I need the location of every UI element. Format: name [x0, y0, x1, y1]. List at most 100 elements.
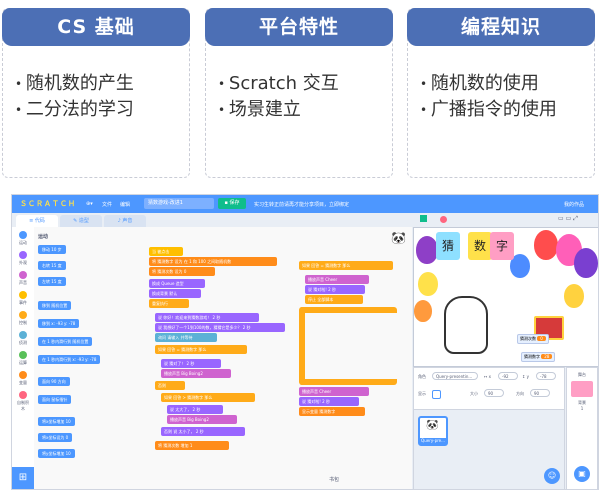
card-item: 二分法的学习 [15, 97, 134, 123]
script-block[interactable]: 播放声音 Cheer [299, 387, 369, 396]
my-works-link[interactable]: 我的作品 [564, 201, 584, 208]
category-label: 侦测 [19, 340, 27, 345]
sprite-thumbnail[interactable]: 🐼 Query-pre... [418, 416, 448, 446]
category-looks[interactable]: 外观 [16, 251, 30, 266]
menu-file[interactable]: 文件 [102, 201, 112, 208]
script-block[interactable]: 说 我想好了一个1到100的数，猜猜它是多少？ 2 秒 [155, 323, 285, 332]
script-block[interactable]: 将 猜测数字 设为 在 1 和 100 之间取随机数 [149, 257, 277, 266]
script-block[interactable]: 说 你好！欢迎来到猜数游戏！ 2 秒 [155, 313, 259, 322]
palette-block[interactable]: 将x坐标增加 10 [38, 417, 75, 426]
x-input[interactable]: -92 [498, 372, 518, 380]
script-block[interactable]: 播放声音 Big Boing2 [167, 415, 237, 424]
category-label: 声音 [19, 280, 27, 285]
project-title-input[interactable]: 猜数游戏-改进1 [144, 198, 214, 209]
card-item: 随机数的使用 [420, 71, 557, 97]
stage-canvas[interactable]: 猜 数 字 猜测次数 0 猜测数字 28 [413, 227, 598, 367]
script-block[interactable]: 否则 说 太小了， 2 秒 [161, 427, 245, 436]
banner-letter: 字 [490, 232, 514, 260]
hat-block-green-flag[interactable]: 当 被点击 [149, 247, 183, 256]
stage-size-icon[interactable]: ▭ ▭ ⤢ [558, 215, 578, 223]
if-else-c-block[interactable] [299, 307, 397, 385]
add-sprite-button[interactable]: ☺ [544, 468, 560, 484]
script-block[interactable]: 说 猜对啦! 2 秒 [299, 397, 359, 406]
category-label: 运动 [19, 240, 27, 245]
palette-block[interactable]: 移到 随机位置 [38, 301, 72, 310]
script-block[interactable]: 换成 Queue 造型 [149, 279, 205, 288]
promo-text[interactable]: 实习生转正前请再才能分享项目，立即绑定 [254, 201, 349, 208]
category-events[interactable]: 事件 [16, 291, 30, 306]
category-sound[interactable]: 声音 [16, 271, 30, 286]
script-area[interactable]: 当 被点击 将 猜测数字 设为 在 1 和 100 之间取随机数 将 猜测次数 … [139, 227, 412, 489]
sprite-name-input[interactable]: Query-presentin... [432, 372, 478, 380]
palette-block[interactable]: 将x坐标设为 0 [38, 433, 73, 442]
category-motion[interactable]: 运动 [16, 231, 30, 246]
green-flag-icon[interactable] [420, 215, 427, 222]
script-block[interactable]: 重复执行 [149, 299, 189, 308]
script-block[interactable]: 否则 [155, 381, 185, 390]
palette-block[interactable]: 在 1 秒内滑行到 随机位置 [38, 337, 93, 346]
category-my-blocks[interactable]: 自制积木 [16, 391, 30, 412]
script-block[interactable]: 显示变量 猜测数字 [299, 407, 365, 416]
palette-block[interactable]: 移到 x: -93 y: -78 [38, 319, 80, 328]
globe-icon[interactable]: ⊕▾ [86, 201, 93, 207]
stage-target-panel[interactable]: 舞台 背景 1 ▣ [566, 367, 598, 489]
menu-bar: ＳＣＲＡＴＣＨ ⊕▾ 文件 编辑 猜数游戏-改进1 ▪ 保存 实习生转正前请再才… [12, 195, 598, 213]
balloon [574, 248, 598, 278]
menu-edit[interactable]: 编辑 [120, 201, 130, 208]
show-toggle-icon[interactable] [432, 390, 441, 399]
script-block[interactable]: 说 猜对啦! 2 秒 [305, 285, 365, 294]
script-block[interactable]: 如果 回答 > 猜测数字 那么 [161, 393, 255, 402]
banner-letter: 数 [468, 232, 492, 260]
variable-label: 猜测次数 [520, 336, 536, 341]
variable-value: 0 [537, 336, 546, 341]
robot-sprite [444, 296, 488, 354]
add-extension-button[interactable]: ⊞ [12, 467, 34, 489]
category-control[interactable]: 控制 [16, 311, 30, 326]
sprite-info-panel: 角色 Query-presentin... ↔ x -92 ↕ y -78 显示… [413, 367, 565, 411]
add-backdrop-button[interactable]: ▣ [574, 466, 590, 482]
balloon [534, 230, 558, 260]
category-dot-icon [19, 251, 27, 259]
category-sensing[interactable]: 侦测 [16, 331, 30, 346]
tab-sounds[interactable]: ♪ 声音 [104, 215, 146, 227]
palette-section-title: 运动 [38, 234, 49, 240]
palette-block[interactable]: 面向 鼠标指针 [38, 395, 72, 404]
size-input[interactable]: 90 [484, 389, 504, 397]
script-block[interactable]: 播放声音 Big Boing2 [161, 369, 231, 378]
script-block[interactable]: 说 太大了， 2 秒 [167, 405, 223, 414]
palette-block[interactable]: 面向 90 方向 [38, 377, 70, 386]
balloon [416, 236, 438, 264]
direction-input[interactable]: 90 [530, 389, 550, 397]
backpack[interactable]: 书包 [329, 476, 339, 483]
y-input[interactable]: -78 [536, 372, 556, 380]
tab-code[interactable]: ≡ 代码 [16, 215, 58, 227]
script-block[interactable]: 如果 回答 = 猜测数字 那么 [299, 261, 393, 270]
script-block[interactable]: 播放声音 Cheer [305, 275, 369, 284]
tab-costumes[interactable]: ✎ 造型 [60, 215, 102, 227]
save-button[interactable]: ▪ 保存 [218, 198, 246, 209]
banner-letter: 猜 [436, 232, 460, 260]
script-block[interactable]: 停止 全部脚本 [305, 295, 363, 304]
category-operators[interactable]: 运算 [16, 351, 30, 366]
palette-block[interactable]: 在 1 秒内滑行到 x: -93 y: -78 [38, 355, 101, 364]
y-label-text: y [526, 374, 529, 379]
tab-code-label: 代码 [34, 218, 45, 224]
category-label: 事件 [19, 300, 27, 305]
palette-block[interactable]: 将y坐标增加 10 [38, 449, 75, 458]
palette-block[interactable]: 右转 15 度 [38, 261, 66, 270]
stop-icon[interactable] [440, 216, 447, 223]
script-block[interactable]: 询问 请输入 并等待 [155, 333, 217, 342]
y-label: ↕ y [522, 374, 529, 379]
category-variables[interactable]: 变量 [16, 371, 30, 386]
script-block[interactable]: 如果 回答 = 猜测数字 那么 [155, 345, 247, 354]
script-block[interactable]: 将 猜测次数 增加 1 [155, 441, 229, 450]
balloon [564, 284, 584, 308]
stage-panel-title: 舞台 [578, 372, 586, 377]
script-block[interactable]: 将 猜测次数 设为 0 [149, 267, 215, 276]
script-block[interactable]: 换成背景 默认 [149, 289, 201, 298]
sprite-thumbnail-label: Query-pre... [420, 438, 446, 444]
x-label-text: x [488, 374, 491, 379]
script-block[interactable]: 说 猜对了！ 2 秒 [161, 359, 221, 368]
palette-block[interactable]: 左转 15 度 [38, 277, 66, 286]
palette-block[interactable]: 移动 10 步 [38, 245, 66, 254]
